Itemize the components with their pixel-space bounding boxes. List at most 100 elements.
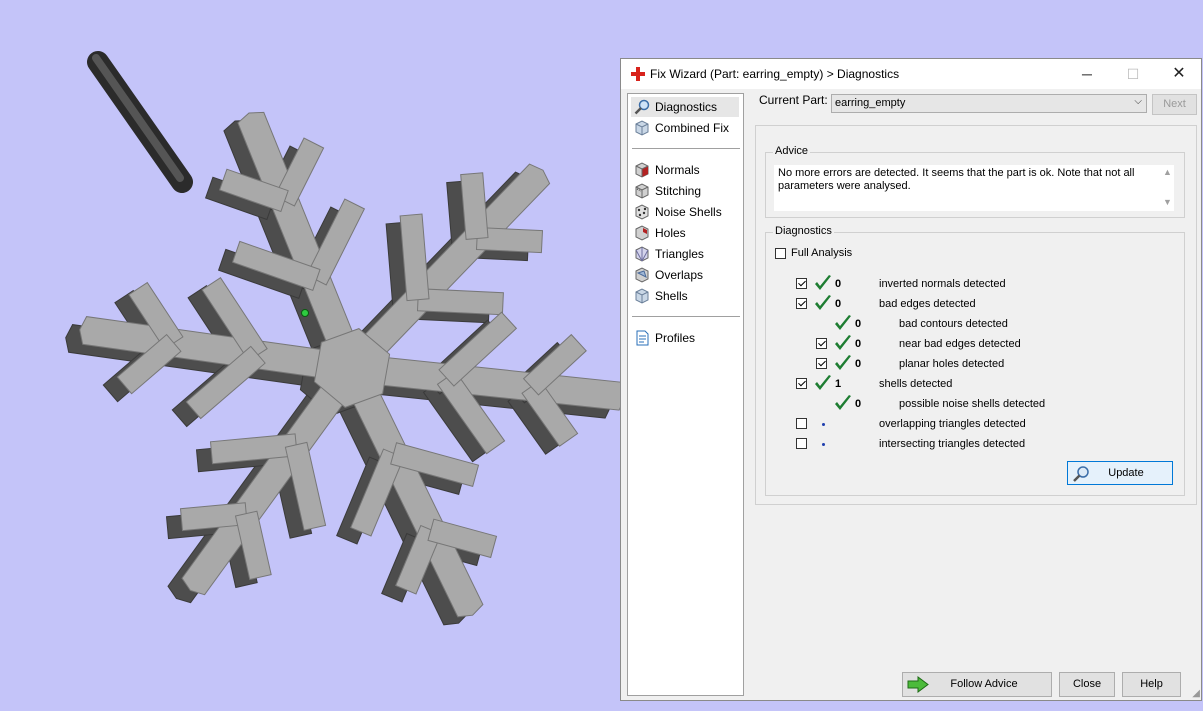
overlaps-cube-icon [635,267,649,283]
minimize-button[interactable]: ─ [1064,59,1110,89]
pending-dot-icon [822,443,825,446]
diagnostic-row: 0 near bad edges detected [766,335,1186,353]
sidebar-item-label: Normals [655,163,700,177]
green-check-icon [835,335,851,350]
diagnostic-row: 0 planar holes detected [766,355,1186,373]
sidebar-item-shells[interactable]: Shells [631,286,739,306]
advice-scrollbar[interactable]: ▲ ▼ [1160,165,1174,211]
diagnostic-label: overlapping triangles detected [879,418,1026,430]
resize-grip-icon[interactable]: ◢ [1192,688,1200,699]
magnifier-icon [634,99,650,115]
update-button[interactable]: Update [1067,461,1173,485]
close-button[interactable]: Close [1059,672,1115,697]
diagnostic-label: near bad edges detected [899,338,1021,350]
sidebar-item-label: Diagnostics [655,100,718,114]
follow-advice-label: Follow Advice [950,678,1018,690]
advice-textbox[interactable]: No more errors are detected. It seems th… [774,165,1174,211]
sidebar-item-label: Triangles [655,247,704,261]
sidebar-item-label: Stitching [655,184,702,198]
sidebar-divider [632,148,740,149]
pending-dot-icon [822,423,825,426]
diagnostic-count: 0 [855,318,862,330]
diagnostic-checkbox[interactable] [796,438,807,449]
help-button[interactable]: Help [1122,672,1181,697]
diagnostics-group: Diagnostics Full Analysis 0 inverted norm… [765,225,1186,496]
scroll-down-icon[interactable]: ▼ [1163,197,1172,207]
sidebar-item-label: Holes [655,226,686,240]
diagnostic-row: 0 possible noise shells detected [766,395,1186,413]
diagnostic-checkbox[interactable] [816,358,827,369]
current-part-label: Current Part: [759,93,828,107]
sidebar-item-holes[interactable]: Holes [631,223,739,243]
stitching-cube-icon [635,183,649,199]
diagnostic-count: 1 [835,378,842,390]
chevron-down-icon: ⌵ [1134,96,1142,107]
diagnostic-count: 0 [855,398,862,410]
diagnostic-checkbox[interactable] [816,338,827,349]
diagnostic-row: 1 shells detected [766,375,1186,393]
normals-cube-icon [635,162,649,178]
scroll-up-icon[interactable]: ▲ [1163,167,1172,177]
sidebar-item-diagnostics[interactable]: Diagnostics [631,97,739,117]
diagnostic-row: 0 inverted normals detected [766,275,1186,293]
pivot-marker [301,309,309,317]
green-check-icon [835,355,851,370]
green-check-icon [835,395,851,410]
holes-cube-icon [635,225,649,241]
advice-group: Advice No more errors are detected. It s… [765,145,1185,218]
diagnostic-checkbox[interactable] [796,378,807,389]
diagnostic-count: 0 [855,358,862,370]
advice-title: Advice [773,145,811,157]
diagnostics-panel: Advice No more errors are detected. It s… [755,125,1197,505]
sidebar-item-triangles[interactable]: Triangles [631,244,739,264]
snowflake-earring-model [65,51,627,626]
current-part-value: earring_empty [835,97,906,109]
document-icon [636,330,649,346]
diagnostic-label: bad edges detected [879,298,976,310]
diagnostic-label: shells detected [879,378,953,390]
diagnostic-checkbox[interactable] [796,418,807,429]
sidebar-item-label: Noise Shells [655,205,722,219]
close-window-button[interactable]: ✕ [1156,59,1202,89]
diagnostic-count: 0 [855,338,862,350]
sidebar-item-noise-shells[interactable]: Noise Shells [631,202,739,222]
diagnostic-row: 0 bad contours detected [766,315,1186,333]
green-check-icon [815,295,831,310]
sidebar-item-stitching[interactable]: Stitching [631,181,739,201]
full-analysis-checkbox[interactable] [775,248,786,259]
next-button[interactable]: Next [1152,94,1197,115]
current-part-dropdown[interactable]: earring_empty ⌵ [831,94,1147,113]
diagnostics-title: Diagnostics [773,225,834,237]
triangles-cube-icon [635,246,649,262]
sidebar-item-overlaps[interactable]: Overlaps [631,265,739,285]
diagnostic-label: inverted normals detected [879,278,1006,290]
advice-text: No more errors are detected. It seems th… [778,167,1135,192]
wizard-sidebar: Diagnostics Combined Fix Normals Stitchi… [627,93,744,696]
sidebar-item-label: Combined Fix [655,121,730,135]
sidebar-item-normals[interactable]: Normals [631,160,739,180]
noise-shells-icon [635,204,649,220]
sidebar-item-label: Overlaps [655,268,704,282]
maximize-button[interactable]: ☐ [1110,59,1156,89]
follow-advice-button[interactable]: Follow Advice [902,672,1052,697]
sidebar-item-profiles[interactable]: Profiles [631,328,739,348]
sidebar-item-combined-fix[interactable]: Combined Fix [631,118,739,138]
diagnostic-row: intersecting triangles detected [766,435,1186,453]
fix-wizard-dialog: Fix Wizard (Part: earring_empty) > Diagn… [620,58,1202,701]
diagnostic-label: possible noise shells detected [899,398,1046,410]
cube-icon [635,120,649,136]
title-bar[interactable]: Fix Wizard (Part: earring_empty) > Diagn… [621,59,1201,89]
diagnostic-count: 0 [835,278,842,290]
shells-cube-icon [635,288,649,304]
window-title: Fix Wizard (Part: earring_empty) > Diagn… [650,67,900,81]
diagnostic-row: 0 bad edges detected [766,295,1186,313]
full-analysis-label: Full Analysis [791,247,853,259]
diagnostic-label: bad contours detected [899,318,1008,330]
green-check-icon [835,315,851,330]
sidebar-divider [632,316,740,317]
snowflake-top-face [416,288,504,316]
sidebar-item-label: Shells [655,289,688,303]
diagnostic-checkbox[interactable] [796,298,807,309]
diagnostic-count: 0 [835,298,842,310]
diagnostic-checkbox[interactable] [796,278,807,289]
